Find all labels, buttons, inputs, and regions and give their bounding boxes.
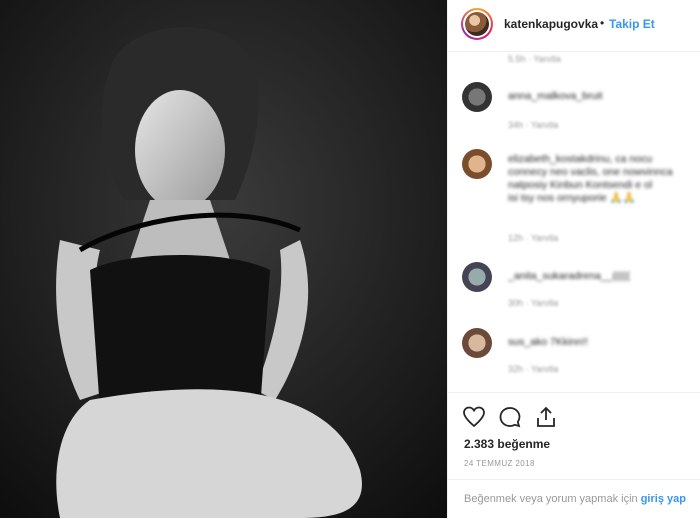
author-avatar[interactable]	[461, 8, 493, 40]
post-header: katenkapugovka • Takip Et	[448, 0, 700, 52]
heart-icon[interactable]	[462, 405, 486, 429]
share-icon[interactable]	[534, 405, 558, 429]
comment-meta: 5.5h · Yanıtla	[508, 54, 561, 64]
commenter-avatar[interactable]	[462, 82, 492, 112]
login-prompt: Beğenmek veya yorum yapmak için giriş ya…	[448, 479, 700, 519]
comment-text: sus_ako 7Kkinn!!	[508, 336, 588, 348]
author-username[interactable]: katenkapugovka	[504, 17, 598, 31]
login-prompt-text: Beğenmek veya yorum yapmak için giriş ya…	[464, 493, 686, 505]
post-actions: 2.383 beğenme 24 TEMMUZ 2018 Beğenmek ve…	[448, 392, 700, 518]
separator-dot: •	[600, 16, 605, 30]
comment-text: _anita_sukaradrena__(((((	[508, 270, 630, 282]
likes-count[interactable]: 2.383 beğenme	[464, 437, 550, 451]
follow-button[interactable]: Takip Et	[609, 17, 655, 31]
comment-text: elizabeth_kostakdrinu, ca nocu connecy n…	[508, 153, 673, 204]
comment-meta: 12h · Yanıtla	[508, 233, 559, 243]
comment-meta: 30h · Yanıtla	[508, 298, 559, 308]
commenter-avatar[interactable]	[462, 262, 492, 292]
comment-icon[interactable]	[498, 405, 522, 429]
commenter-avatar[interactable]	[462, 328, 492, 358]
post-side-panel: katenkapugovka • Takip Et 5.5h · Yanıtla…	[447, 0, 700, 518]
comments-list[interactable]: 5.5h · Yanıtla anna_malkova_bruit 34h · …	[448, 52, 700, 392]
commenter-avatar[interactable]	[462, 149, 492, 179]
post-date: 24 TEMMUZ 2018	[464, 459, 535, 468]
comment-meta: 32h · Yanıtla	[508, 364, 559, 374]
login-link[interactable]: giriş yap	[641, 493, 686, 505]
comment-text: anna_malkova_bruit	[508, 90, 603, 102]
comment-meta: 34h · Yanıtla	[508, 120, 559, 130]
post-image[interactable]	[0, 0, 447, 518]
